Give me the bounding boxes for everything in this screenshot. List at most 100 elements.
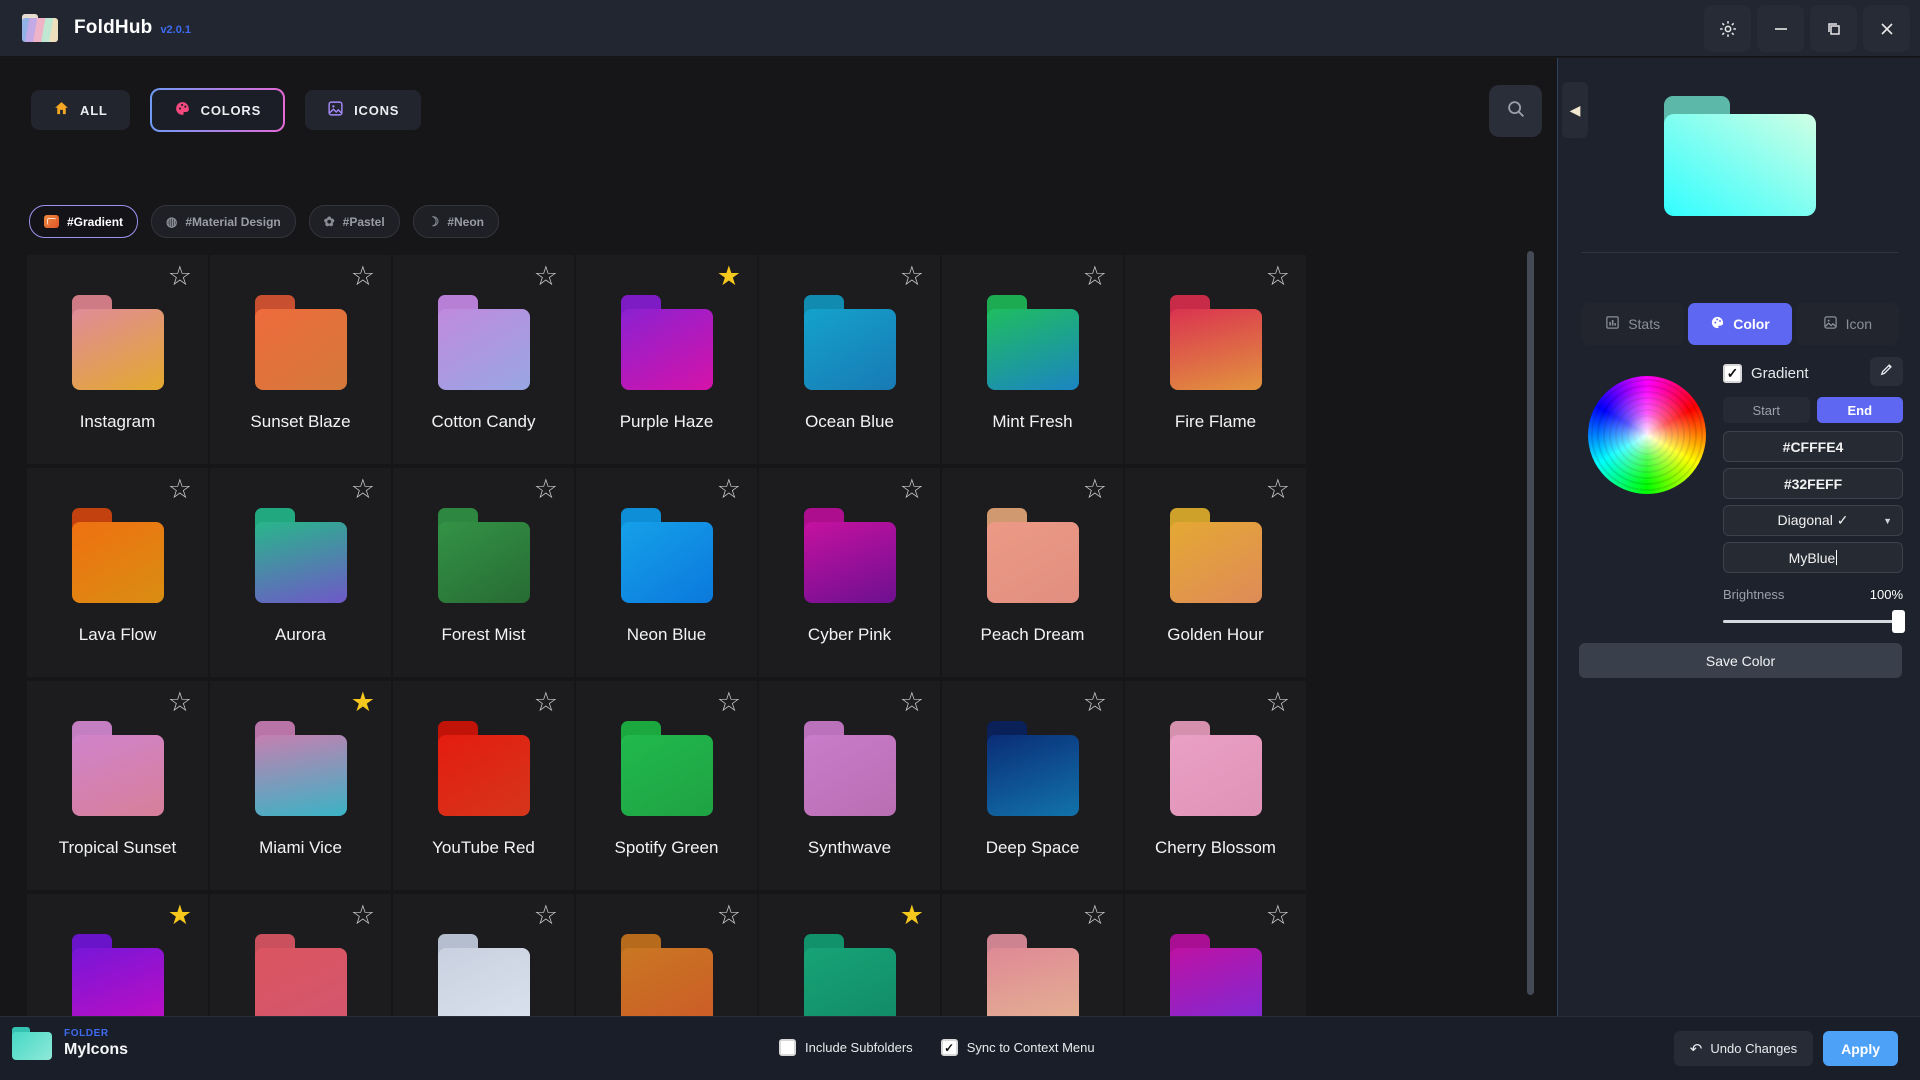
maximize-button[interactable] [1810,5,1857,52]
folder-card-youtube-red[interactable]: ☆YouTube Red [393,681,574,890]
folder-icon [804,721,896,816]
folder-card-sunset-blaze[interactable]: ☆Sunset Blaze [210,255,391,464]
favorite-star-icon[interactable]: ☆ [900,689,924,716]
panel-tab-stats[interactable]: Stats [1581,303,1684,345]
favorite-star-icon[interactable]: ☆ [168,263,192,290]
eyedropper-button[interactable] [1870,357,1903,386]
undo-changes-button[interactable]: ↶ Undo Changes [1674,1031,1813,1066]
vertical-scrollbar[interactable] [1527,251,1534,995]
brightness-slider[interactable] [1723,620,1903,623]
favorite-star-icon[interactable]: ☆ [717,689,741,716]
folder-card-mint-fresh[interactable]: ☆Mint Fresh [942,255,1123,464]
favorite-star-icon[interactable]: ★ [168,902,192,929]
favorite-star-icon[interactable]: ☆ [900,476,924,503]
panel-tab-color[interactable]: Color [1688,303,1791,345]
favorite-star-icon[interactable]: ☆ [900,263,924,290]
favorite-star-icon[interactable]: ☆ [351,476,375,503]
folder-card-instagram[interactable]: ☆Instagram [27,255,208,464]
favorite-star-icon[interactable]: ☆ [351,902,375,929]
brightness-slider-handle[interactable] [1892,610,1905,633]
folder-icon [1170,508,1262,603]
favorite-star-icon[interactable]: ☆ [717,476,741,503]
footer-checkbox-sync-to-context-menu[interactable]: ✓Sync to Context Menu [941,1039,1095,1056]
favorite-star-icon[interactable]: ☆ [534,902,558,929]
search-button[interactable] [1489,85,1542,137]
tag-chip-gradient[interactable]: #Gradient [29,205,138,238]
direction-dropdown[interactable]: Diagonal ✓ ▼ [1723,505,1903,536]
folder-icon [72,934,164,1029]
tag-chip-materialdesign[interactable]: ◍#Material Design [151,205,296,238]
gradient-checkbox[interactable]: ✓ [1723,364,1742,383]
favorite-star-icon[interactable]: ☆ [1083,263,1107,290]
apply-button[interactable]: Apply [1823,1031,1898,1066]
tag-chip-label: #Neon [447,215,484,229]
close-button[interactable] [1863,5,1910,52]
folder-card-spotify-green[interactable]: ☆Spotify Green [576,681,757,890]
search-icon [1505,98,1527,125]
favorite-star-icon[interactable]: ☆ [351,263,375,290]
folder-icon [255,508,347,603]
folder-card-ocean-blue[interactable]: ☆Ocean Blue [759,255,940,464]
favorite-star-icon[interactable]: ☆ [1083,476,1107,503]
tag-chip-neon[interactable]: ☽#Neon [413,205,499,238]
app-logo-folder-icon [22,14,58,42]
tag-chip-pastel[interactable]: ✿#Pastel [309,205,400,238]
end-hex-input[interactable]: #32FEFF [1723,468,1903,499]
favorite-star-icon[interactable]: ★ [900,902,924,929]
favorite-star-icon[interactable]: ☆ [1083,689,1107,716]
gradient-end-button[interactable]: End [1817,397,1904,423]
favorite-star-icon[interactable]: ☆ [1083,902,1107,929]
favorite-star-icon[interactable]: ☆ [1266,689,1290,716]
folder-name: Neon Blue [627,625,706,645]
favorite-star-icon[interactable]: ★ [717,263,741,290]
settings-button[interactable] [1704,5,1751,52]
folder-card-neon-blue[interactable]: ☆ Neon Blue [576,468,757,677]
color-name-input[interactable]: MyBlue [1723,542,1903,573]
folder-icon [804,295,896,390]
folder-card-deep-space[interactable]: ☆Deep Space [942,681,1123,890]
favorite-star-icon[interactable]: ☆ [534,689,558,716]
folder-name: Forest Mist [441,625,525,645]
start-hex-input[interactable]: #CFFFE4 [1723,431,1903,462]
folder-card-synthwave[interactable]: ☆Synthwave [759,681,940,890]
panel-tab-icon[interactable]: Icon [1796,303,1899,345]
color-wheel[interactable] [1588,376,1706,494]
folder-card-cotton-candy[interactable]: ☆Cotton Candy [393,255,574,464]
filter-tab-colors[interactable]: COLORS [150,88,285,132]
folder-card-cherry-blossom[interactable]: ☆Cherry Blossom [1125,681,1306,890]
folder-card-miami-vice[interactable]: ★Miami Vice [210,681,391,890]
filter-tab-all[interactable]: ALL [29,88,132,132]
gradient-start-button[interactable]: Start [1723,397,1810,423]
minimize-button[interactable] [1757,5,1804,52]
folder-card-lava-flow[interactable]: ☆Lava Flow [27,468,208,677]
folder-card-tropical-sunset[interactable]: ☆Tropical Sunset [27,681,208,890]
folder-icon [987,934,1079,1029]
favorite-star-icon[interactable]: ☆ [1266,902,1290,929]
folder-card-purple-haze[interactable]: ★ Purple Haze [576,255,757,464]
checkbox[interactable]: ✓ [941,1039,958,1056]
folder-card-fire-flame[interactable]: ☆Fire Flame [1125,255,1306,464]
favorite-star-icon[interactable]: ★ [351,689,375,716]
filter-tab-label: COLORS [201,103,261,118]
checkbox[interactable]: ✓ [779,1039,796,1056]
image-icon [327,100,344,120]
favorite-star-icon[interactable]: ☆ [168,476,192,503]
folder-icon [255,721,347,816]
favorite-star-icon[interactable]: ☆ [168,689,192,716]
gradient-stop-toggle: Start End [1723,397,1903,423]
save-color-button[interactable]: Save Color [1579,643,1902,678]
folder-card-forest-mist[interactable]: ☆ Forest Mist [393,468,574,677]
favorite-star-icon[interactable]: ☆ [717,902,741,929]
panel-collapse-button[interactable]: ◀ [1562,82,1588,138]
favorite-star-icon[interactable]: ☆ [534,263,558,290]
folder-card-aurora[interactable]: ☆Aurora [210,468,391,677]
folder-card-golden-hour[interactable]: ☆Golden Hour [1125,468,1306,677]
favorite-star-icon[interactable]: ☆ [1266,263,1290,290]
filter-tab-icons[interactable]: ICONS [303,88,423,132]
folder-card-cyber-pink[interactable]: ☆Cyber Pink [759,468,940,677]
footer-checkbox-include-subfolders[interactable]: ✓Include Subfolders [779,1039,913,1056]
favorite-star-icon[interactable]: ☆ [1266,476,1290,503]
folder-card-peach-dream[interactable]: ☆Peach Dream [942,468,1123,677]
favorite-star-icon[interactable]: ☆ [534,476,558,503]
folder-name: Purple Haze [620,412,714,432]
